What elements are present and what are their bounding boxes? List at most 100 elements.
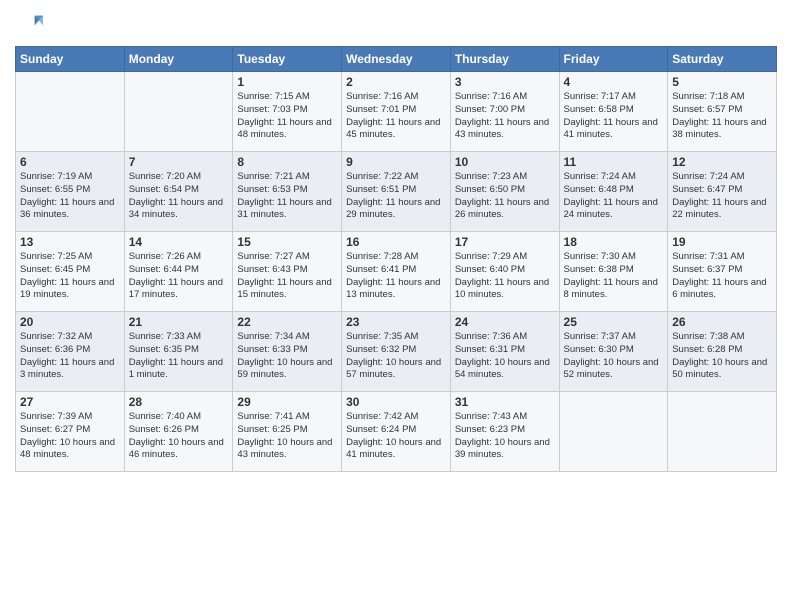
day-info: Sunrise: 7:16 AM Sunset: 7:01 PM Dayligh…: [346, 91, 446, 142]
day-number: 9: [346, 155, 446, 169]
calendar-cell: 29 Sunrise: 7:41 AM Sunset: 6:25 PM Dayli…: [233, 392, 342, 472]
calendar-table: SundayMondayTuesdayWednesdayThursdayFrid…: [15, 46, 777, 472]
day-info: Sunrise: 7:35 AM Sunset: 6:32 PM Dayligh…: [346, 331, 446, 382]
day-number: 17: [455, 235, 555, 249]
day-number: 28: [129, 395, 229, 409]
day-info: Sunrise: 7:33 AM Sunset: 6:35 PM Dayligh…: [129, 331, 229, 382]
calendar-cell: 19 Sunrise: 7:31 AM Sunset: 6:37 PM Dayli…: [668, 232, 777, 312]
day-info: Sunrise: 7:16 AM Sunset: 7:00 PM Dayligh…: [455, 91, 555, 142]
calendar-cell: 1 Sunrise: 7:15 AM Sunset: 7:03 PM Daylig…: [233, 72, 342, 152]
week-row-4: 20 Sunrise: 7:32 AM Sunset: 6:36 PM Dayli…: [16, 312, 777, 392]
weekday-header-wednesday: Wednesday: [342, 47, 451, 72]
page-container: SundayMondayTuesdayWednesdayThursdayFrid…: [0, 0, 792, 487]
calendar-cell: 21Sunrise: 7:33 AM Sunset: 6:35 PM Dayli…: [124, 312, 233, 392]
day-info: Sunrise: 7:23 AM Sunset: 6:50 PM Dayligh…: [455, 171, 555, 222]
calendar-cell: 27Sunrise: 7:39 AM Sunset: 6:27 PM Dayli…: [16, 392, 125, 472]
day-info: Sunrise: 7:38 AM Sunset: 6:28 PM Dayligh…: [672, 331, 772, 382]
calendar-cell: 23 Sunrise: 7:35 AM Sunset: 6:32 PM Dayli…: [342, 312, 451, 392]
calendar-cell: 6 Sunrise: 7:19 AM Sunset: 6:55 PM Daylig…: [16, 152, 125, 232]
day-number: 18: [564, 235, 664, 249]
day-info: Sunrise: 7:29 AM Sunset: 6:40 PM Dayligh…: [455, 251, 555, 302]
calendar-cell: 18 Sunrise: 7:30 AM Sunset: 6:38 PM Dayli…: [559, 232, 668, 312]
day-info: Sunrise: 7:37 AM Sunset: 6:30 PM Dayligh…: [564, 331, 664, 382]
calendar-header: SundayMondayTuesdayWednesdayThursdayFrid…: [16, 47, 777, 72]
day-info: Sunrise: 7:43 AM Sunset: 6:23 PM Dayligh…: [455, 411, 555, 462]
weekday-header-tuesday: Tuesday: [233, 47, 342, 72]
day-number: 19: [672, 235, 772, 249]
calendar-cell: 12Sunrise: 7:24 AM Sunset: 6:47 PM Dayli…: [668, 152, 777, 232]
calendar-cell: 2 Sunrise: 7:16 AM Sunset: 7:01 PM Daylig…: [342, 72, 451, 152]
day-info: Sunrise: 7:28 AM Sunset: 6:41 PM Dayligh…: [346, 251, 446, 302]
calendar-cell: [16, 72, 125, 152]
calendar-cell: 15 Sunrise: 7:27 AM Sunset: 6:43 PM Dayli…: [233, 232, 342, 312]
day-number: 20: [20, 315, 120, 329]
day-info: Sunrise: 7:27 AM Sunset: 6:43 PM Dayligh…: [237, 251, 337, 302]
day-number: 8: [237, 155, 337, 169]
day-info: Sunrise: 7:42 AM Sunset: 6:24 PM Dayligh…: [346, 411, 446, 462]
calendar-cell: 13Sunrise: 7:25 AM Sunset: 6:45 PM Dayli…: [16, 232, 125, 312]
day-info: Sunrise: 7:19 AM Sunset: 6:55 PM Dayligh…: [20, 171, 120, 222]
calendar-cell: 4 Sunrise: 7:17 AM Sunset: 6:58 PM Daylig…: [559, 72, 668, 152]
day-number: 11: [564, 155, 664, 169]
day-info: Sunrise: 7:20 AM Sunset: 6:54 PM Dayligh…: [129, 171, 229, 222]
calendar-cell: 26 Sunrise: 7:38 AM Sunset: 6:28 PM Dayli…: [668, 312, 777, 392]
day-info: Sunrise: 7:41 AM Sunset: 6:25 PM Dayligh…: [237, 411, 337, 462]
weekday-header-monday: Monday: [124, 47, 233, 72]
day-number: 27: [20, 395, 120, 409]
calendar-cell: 28 Sunrise: 7:40 AM Sunset: 6:26 PM Dayli…: [124, 392, 233, 472]
calendar-cell: 25Sunrise: 7:37 AM Sunset: 6:30 PM Dayli…: [559, 312, 668, 392]
day-number: 6: [20, 155, 120, 169]
day-info: Sunrise: 7:31 AM Sunset: 6:37 PM Dayligh…: [672, 251, 772, 302]
day-number: 31: [455, 395, 555, 409]
day-info: Sunrise: 7:24 AM Sunset: 6:48 PM Dayligh…: [564, 171, 664, 222]
weekday-header-thursday: Thursday: [450, 47, 559, 72]
calendar-cell: 16 Sunrise: 7:28 AM Sunset: 6:41 PM Dayli…: [342, 232, 451, 312]
day-number: 14: [129, 235, 229, 249]
day-number: 3: [455, 75, 555, 89]
calendar-cell: 3 Sunrise: 7:16 AM Sunset: 7:00 PM Daylig…: [450, 72, 559, 152]
calendar-body: 1 Sunrise: 7:15 AM Sunset: 7:03 PM Daylig…: [16, 72, 777, 472]
logo: [15, 10, 47, 38]
day-number: 23: [346, 315, 446, 329]
day-info: Sunrise: 7:36 AM Sunset: 6:31 PM Dayligh…: [455, 331, 555, 382]
week-row-3: 13Sunrise: 7:25 AM Sunset: 6:45 PM Dayli…: [16, 232, 777, 312]
day-number: 12: [672, 155, 772, 169]
day-number: 2: [346, 75, 446, 89]
calendar-cell: [668, 392, 777, 472]
calendar-cell: 5Sunrise: 7:18 AM Sunset: 6:57 PM Daylig…: [668, 72, 777, 152]
day-info: Sunrise: 7:17 AM Sunset: 6:58 PM Dayligh…: [564, 91, 664, 142]
calendar-cell: 31 Sunrise: 7:43 AM Sunset: 6:23 PM Dayli…: [450, 392, 559, 472]
day-info: Sunrise: 7:40 AM Sunset: 6:26 PM Dayligh…: [129, 411, 229, 462]
calendar-cell: 30 Sunrise: 7:42 AM Sunset: 6:24 PM Dayli…: [342, 392, 451, 472]
calendar-cell: 7Sunrise: 7:20 AM Sunset: 6:54 PM Daylig…: [124, 152, 233, 232]
day-number: 4: [564, 75, 664, 89]
day-number: 1: [237, 75, 337, 89]
calendar-cell: 9Sunrise: 7:22 AM Sunset: 6:51 PM Daylig…: [342, 152, 451, 232]
day-number: 15: [237, 235, 337, 249]
day-info: Sunrise: 7:32 AM Sunset: 6:36 PM Dayligh…: [20, 331, 120, 382]
day-number: 16: [346, 235, 446, 249]
day-number: 29: [237, 395, 337, 409]
day-info: Sunrise: 7:34 AM Sunset: 6:33 PM Dayligh…: [237, 331, 337, 382]
weekday-header-friday: Friday: [559, 47, 668, 72]
weekday-row: SundayMondayTuesdayWednesdayThursdayFrid…: [16, 47, 777, 72]
calendar-cell: 10 Sunrise: 7:23 AM Sunset: 6:50 PM Dayli…: [450, 152, 559, 232]
weekday-header-saturday: Saturday: [668, 47, 777, 72]
day-number: 30: [346, 395, 446, 409]
calendar-cell: 24Sunrise: 7:36 AM Sunset: 6:31 PM Dayli…: [450, 312, 559, 392]
header: [15, 10, 777, 38]
logo-icon: [15, 10, 43, 38]
calendar-cell: 22 Sunrise: 7:34 AM Sunset: 6:33 PM Dayli…: [233, 312, 342, 392]
day-info: Sunrise: 7:15 AM Sunset: 7:03 PM Dayligh…: [237, 91, 337, 142]
calendar-cell: 8 Sunrise: 7:21 AM Sunset: 6:53 PM Daylig…: [233, 152, 342, 232]
weekday-header-sunday: Sunday: [16, 47, 125, 72]
day-number: 10: [455, 155, 555, 169]
week-row-2: 6 Sunrise: 7:19 AM Sunset: 6:55 PM Daylig…: [16, 152, 777, 232]
day-info: Sunrise: 7:21 AM Sunset: 6:53 PM Dayligh…: [237, 171, 337, 222]
day-info: Sunrise: 7:26 AM Sunset: 6:44 PM Dayligh…: [129, 251, 229, 302]
day-info: Sunrise: 7:30 AM Sunset: 6:38 PM Dayligh…: [564, 251, 664, 302]
calendar-cell: 17 Sunrise: 7:29 AM Sunset: 6:40 PM Dayli…: [450, 232, 559, 312]
day-number: 22: [237, 315, 337, 329]
day-number: 26: [672, 315, 772, 329]
day-info: Sunrise: 7:25 AM Sunset: 6:45 PM Dayligh…: [20, 251, 120, 302]
